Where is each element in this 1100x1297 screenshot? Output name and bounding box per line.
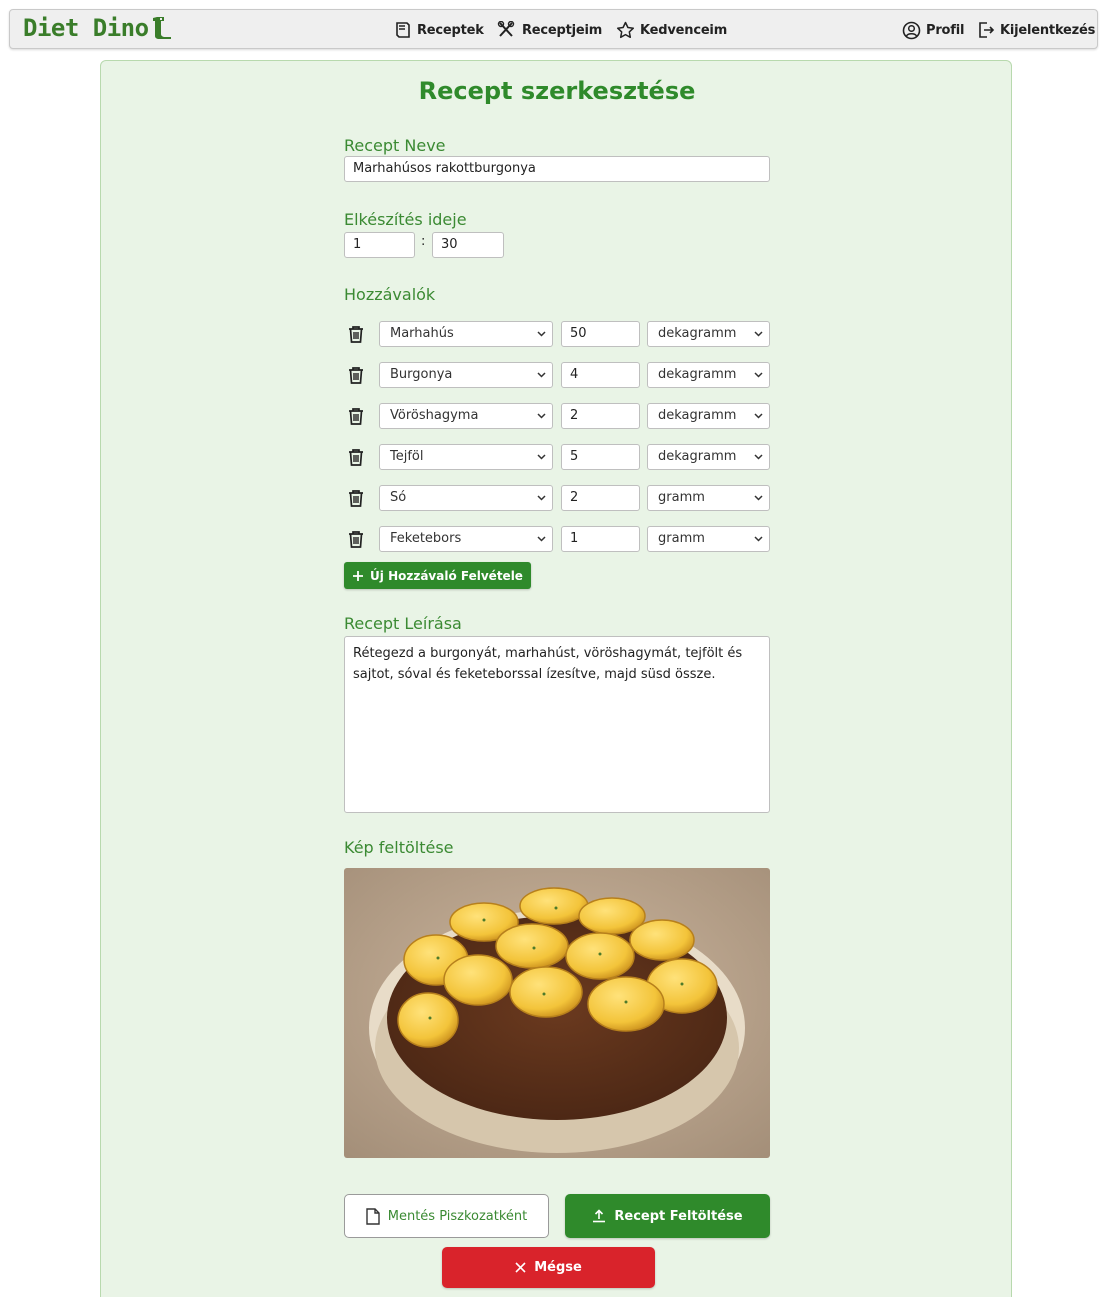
description-label: Recept Leírása xyxy=(344,614,462,633)
image-upload-label: Kép feltöltése xyxy=(344,838,454,857)
brand-logo[interactable]: Diet Dino xyxy=(23,14,173,42)
ingredient-name-value: Só xyxy=(390,490,407,505)
dino-icon xyxy=(152,17,171,39)
trash-icon xyxy=(349,449,363,466)
utensils-icon xyxy=(497,21,515,37)
upload-recipe-button[interactable]: Recept Feltöltése xyxy=(565,1194,770,1238)
nav-logout[interactable]: Kijelentkezés xyxy=(977,19,1095,41)
trash-icon xyxy=(349,408,363,425)
recipe-image-preview[interactable] xyxy=(344,868,770,1158)
delete-ingredient-button[interactable] xyxy=(347,530,365,553)
ingredient-amount-input[interactable]: 2 xyxy=(561,485,640,511)
prep-time-hours-input[interactable]: 1 xyxy=(344,232,415,258)
ingredient-unit-select[interactable]: dekagramm xyxy=(647,403,770,429)
chevron-down-icon xyxy=(537,454,546,460)
ingredient-unit-value: gramm xyxy=(658,531,705,546)
nav-my-recipes[interactable]: Receptjeim xyxy=(497,19,602,41)
nav-favorites[interactable]: Kedvenceim xyxy=(616,19,727,41)
ingredient-amount-input[interactable]: 4 xyxy=(561,362,640,388)
ingredient-name-select[interactable]: Marhahús xyxy=(379,321,553,347)
ingredient-name-value: Vöröshagyma xyxy=(390,408,479,423)
delete-ingredient-button[interactable] xyxy=(347,489,365,512)
recipe-edit-card: Recept szerkesztése Recept Neve Marhahús… xyxy=(100,60,1012,1297)
trash-icon xyxy=(349,490,363,507)
casserole-photo xyxy=(344,868,770,1158)
user-circle-icon xyxy=(902,21,921,39)
ingredient-unit-select[interactable]: dekagramm xyxy=(647,444,770,470)
nav-profile[interactable]: Profil xyxy=(902,19,964,41)
delete-ingredient-button[interactable] xyxy=(347,366,365,389)
chevron-down-icon xyxy=(537,372,546,378)
upload-icon xyxy=(593,1209,606,1223)
ingredient-amount-input[interactable]: 5 xyxy=(561,444,640,470)
close-icon xyxy=(515,1262,526,1273)
ingredient-unit-value: gramm xyxy=(658,490,705,505)
chevron-down-icon xyxy=(754,454,763,460)
trash-icon xyxy=(349,326,363,343)
ingredient-unit-select[interactable]: gramm xyxy=(647,526,770,552)
star-icon xyxy=(616,21,635,39)
document-icon xyxy=(366,1207,380,1225)
ingredient-amount-input[interactable]: 50 xyxy=(561,321,640,347)
trash-icon xyxy=(349,531,363,548)
chevron-down-icon xyxy=(537,413,546,419)
ingredients-label: Hozzávalók xyxy=(344,285,436,304)
ingredient-unit-value: dekagramm xyxy=(658,326,737,341)
description-textarea[interactable]: Rétegezd a burgonyát, marhahúst, vörösha… xyxy=(344,636,770,813)
ingredient-unit-select[interactable]: gramm xyxy=(647,485,770,511)
chevron-down-icon xyxy=(754,413,763,419)
add-ingredient-button[interactable]: Új Hozzávaló Felvétele xyxy=(344,562,531,589)
chevron-down-icon xyxy=(537,536,546,542)
chevron-down-icon xyxy=(537,495,546,501)
recipe-name-input[interactable]: Marhahúsos rakottburgonya xyxy=(344,156,770,182)
logout-icon xyxy=(979,22,995,38)
save-draft-button[interactable]: Mentés Piszkozatként xyxy=(344,1194,549,1238)
chevron-down-icon xyxy=(754,372,763,378)
time-separator: : xyxy=(421,234,426,249)
delete-ingredient-button[interactable] xyxy=(347,407,365,430)
chevron-down-icon xyxy=(754,495,763,501)
ingredient-name-select[interactable]: Feketebors xyxy=(379,526,553,552)
ingredient-amount-input[interactable]: 2 xyxy=(561,403,640,429)
delete-ingredient-button[interactable] xyxy=(347,325,365,348)
ingredient-name-value: Marhahús xyxy=(390,326,454,341)
chevron-down-icon xyxy=(754,331,763,337)
plus-icon xyxy=(353,570,364,581)
ingredient-unit-value: dekagramm xyxy=(658,449,737,464)
cancel-button[interactable]: Mégse xyxy=(442,1247,655,1288)
nav-recipes[interactable]: Receptek xyxy=(394,19,484,41)
brand-name: Diet Dino xyxy=(23,14,149,42)
top-navbar: Diet Dino Receptek Receptjeim Kedvenceim xyxy=(9,9,1098,49)
ingredient-unit-select[interactable]: dekagramm xyxy=(647,321,770,347)
chevron-down-icon xyxy=(537,331,546,337)
ingredient-unit-value: dekagramm xyxy=(658,408,737,423)
ingredient-amount-input[interactable]: 1 xyxy=(561,526,640,552)
ingredient-name-select[interactable]: Tejföl xyxy=(379,444,553,470)
prep-time-minutes-input[interactable]: 30 xyxy=(432,232,504,258)
delete-ingredient-button[interactable] xyxy=(347,448,365,471)
ingredient-name-value: Feketebors xyxy=(390,531,462,546)
ingredient-name-select[interactable]: Só xyxy=(379,485,553,511)
trash-icon xyxy=(349,367,363,384)
ingredient-name-value: Tejföl xyxy=(390,449,424,464)
chevron-down-icon xyxy=(754,536,763,542)
ingredient-name-value: Burgonya xyxy=(390,367,453,382)
ingredient-unit-value: dekagramm xyxy=(658,367,737,382)
page-title: Recept szerkesztése xyxy=(418,77,696,105)
recipe-name-label: Recept Neve xyxy=(344,136,446,155)
prep-time-label: Elkészítés ideje xyxy=(344,210,467,229)
ingredient-name-select[interactable]: Burgonya xyxy=(379,362,553,388)
ingredient-name-select[interactable]: Vöröshagyma xyxy=(379,403,553,429)
book-icon xyxy=(396,22,410,38)
ingredient-unit-select[interactable]: dekagramm xyxy=(647,362,770,388)
